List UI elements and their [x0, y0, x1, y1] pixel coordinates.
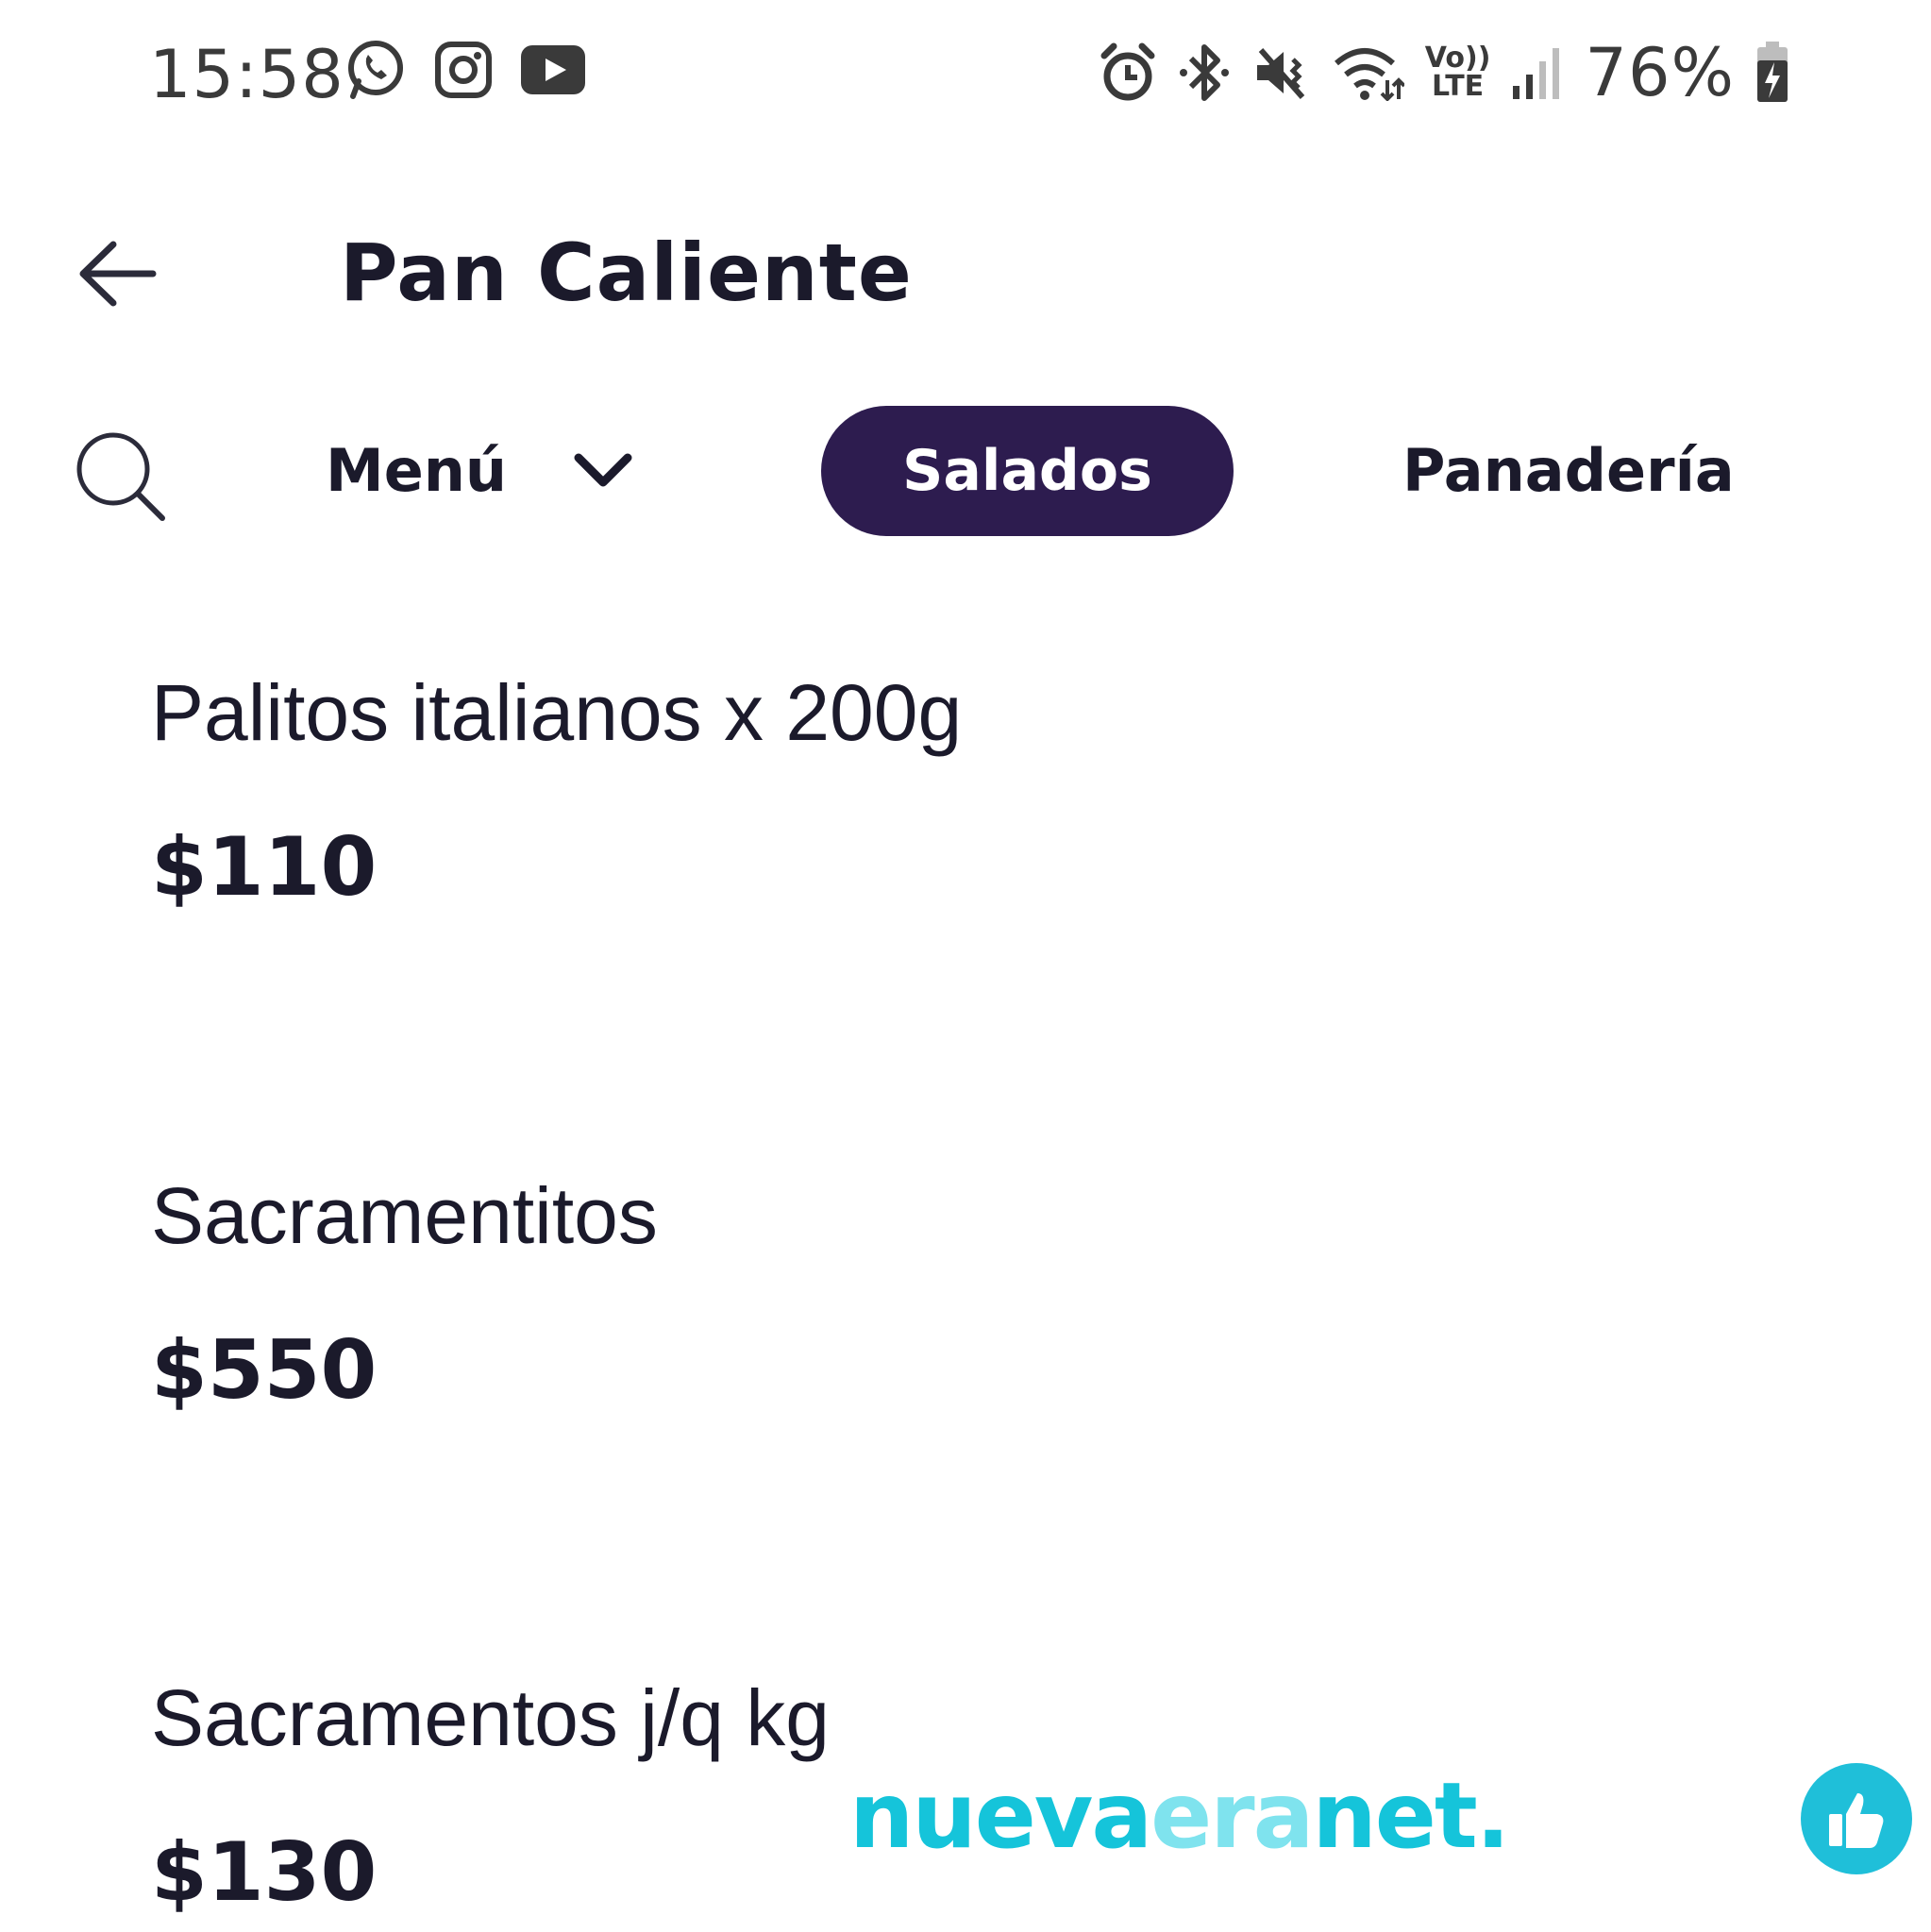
- like-button[interactable]: [1801, 1763, 1912, 1874]
- watermark-part-2: era: [1150, 1763, 1314, 1869]
- menu-dropdown[interactable]: Menú: [326, 436, 633, 505]
- wifi-icon: [1333, 44, 1404, 101]
- whatsapp-icon: [344, 38, 408, 102]
- watermark-part-1: nueva: [849, 1763, 1152, 1869]
- arrow-left-icon: [79, 241, 157, 307]
- product-item[interactable]: Palitos italianos x 200g $110: [151, 665, 1755, 915]
- product-name: Palitos italianos x 200g: [151, 668, 963, 757]
- alarm-icon: [1099, 42, 1157, 103]
- tab-panaderia[interactable]: Panadería: [1402, 436, 1735, 505]
- signal-icon: [1511, 44, 1564, 101]
- battery-charging-icon: [1755, 42, 1789, 104]
- product-item[interactable]: Sacramentitos $550: [151, 1168, 1755, 1418]
- status-app-icons: [344, 38, 587, 102]
- tab-salados[interactable]: Salados: [821, 406, 1234, 536]
- status-system-icons: Vo)) LTE 76%: [1099, 34, 1789, 111]
- status-time: 15:58: [149, 36, 344, 113]
- status-bar: 15:58 Vo)) LTE 76%: [0, 0, 1931, 142]
- vibrate-mute-icon: [1251, 42, 1312, 103]
- watermark-logo: nuevaeranet.: [849, 1763, 1510, 1869]
- menu-dropdown-label: Menú: [326, 436, 508, 505]
- product-name: Sacramentos j/q kg: [151, 1673, 831, 1762]
- volte-label-bottom: LTE: [1432, 70, 1485, 103]
- page-title: Pan Caliente: [340, 227, 913, 319]
- bluetooth-icon: [1178, 42, 1231, 104]
- watermark-part-3: net.: [1312, 1763, 1510, 1869]
- search-icon: [76, 432, 165, 521]
- battery-percentage: 76%: [1585, 34, 1735, 111]
- product-price: $550: [151, 1323, 378, 1418]
- product-name: Sacramentitos: [151, 1171, 658, 1260]
- volte-icon: Vo)) LTE: [1425, 44, 1491, 101]
- youtube-icon: [519, 43, 587, 96]
- thumbs-up-icon: [1829, 1793, 1884, 1848]
- chevron-down-icon: [574, 453, 632, 486]
- back-button[interactable]: [76, 231, 160, 316]
- search-button[interactable]: [74, 429, 168, 524]
- instagram-icon: [434, 41, 493, 99]
- product-price: $110: [151, 820, 378, 915]
- volte-label-top: Vo)): [1424, 42, 1491, 75]
